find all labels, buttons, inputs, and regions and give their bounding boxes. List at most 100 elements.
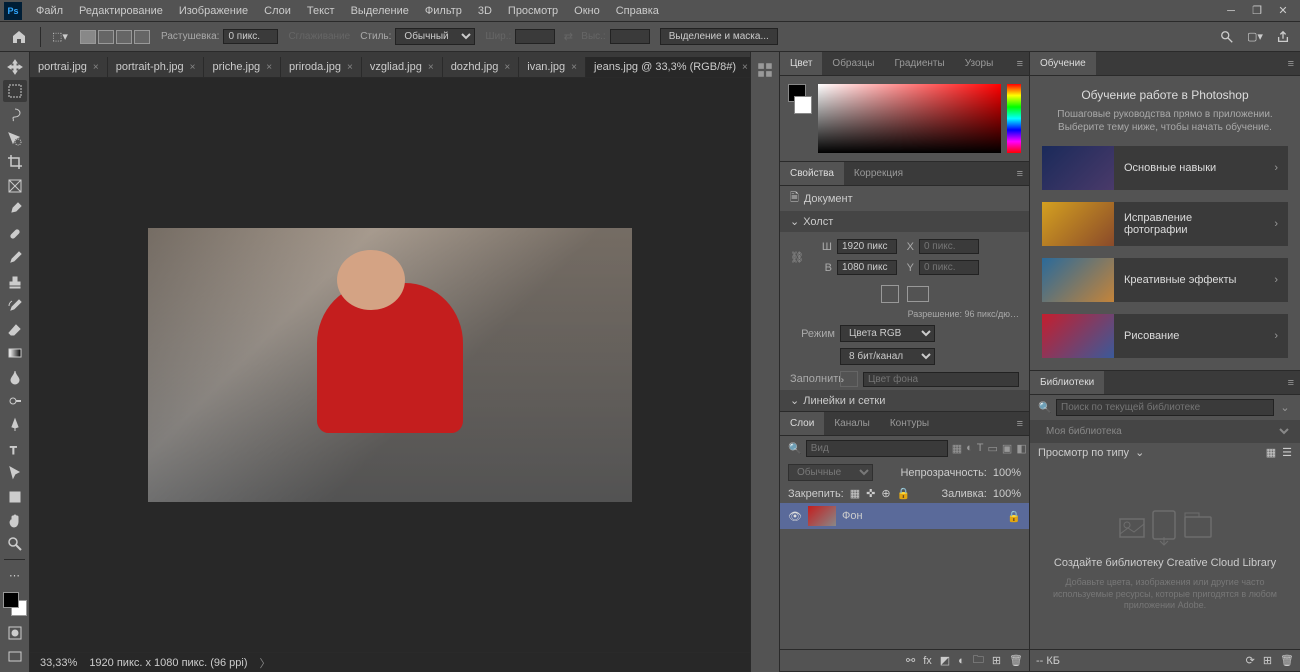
close-tab-icon[interactable]: × [266,62,272,73]
filter-shape-icon[interactable]: ▭ [988,442,998,456]
doc-tab[interactable]: portrait-ph.jpg× [108,57,205,77]
panel-menu-icon[interactable]: ≡ [1011,168,1029,180]
libraries-tab[interactable]: Библиотеки [1030,371,1104,394]
fg-color[interactable] [3,592,19,608]
patterns-tab[interactable]: Узоры [955,52,1004,75]
crop-tool[interactable] [3,152,27,174]
lock-pixels-icon[interactable]: ▦ [850,487,860,500]
layer-thumbnail[interactable] [808,506,836,526]
zoom-level[interactable]: 33,33% [40,657,77,669]
menu-layers[interactable]: Слои [256,5,299,17]
menu-filter[interactable]: Фильтр [417,5,470,17]
close-button[interactable]: ✕ [1270,0,1296,22]
doc-tab[interactable]: dozhd.jpg× [443,57,520,77]
sync-icon[interactable]: ⟳ [1246,654,1255,667]
swatches-tab[interactable]: Образцы [822,52,884,75]
style-select[interactable]: Обычный [395,28,475,45]
orient-landscape-icon[interactable] [907,286,929,302]
lock-artboard-icon[interactable]: ⊕ [881,487,890,500]
close-tab-icon[interactable]: × [742,62,748,73]
stamp-tool[interactable] [3,271,27,293]
menu-text[interactable]: Текст [299,5,343,17]
move-tool[interactable] [3,56,27,78]
doc-tab[interactable]: vzgliad.jpg× [362,57,443,77]
picker-bg[interactable] [794,96,812,114]
canvas-section[interactable]: ⌄Холст [780,211,1029,232]
lock-icon[interactable]: 🔒 [1007,510,1021,523]
list-view-icon[interactable]: ☰ [1282,446,1292,459]
type-tool[interactable]: T [3,438,27,460]
close-tab-icon[interactable]: × [504,62,510,73]
selection-add-icon[interactable] [98,30,114,44]
lock-all-icon[interactable]: 🔒 [897,487,911,500]
blur-tool[interactable] [3,366,27,388]
feather-input[interactable] [223,29,278,44]
color-field[interactable] [818,84,1001,153]
group-icon[interactable]: 🗀 [973,651,984,670]
learn-tab[interactable]: Обучение [1030,52,1096,75]
filter-toggle-icon[interactable]: ◧ [1016,442,1026,456]
doc-tab-active[interactable]: jeans.jpg @ 33,3% (RGB/8#)× [586,57,750,77]
quickmask-tool[interactable] [3,622,27,644]
library-select[interactable]: Моя библиотека [1038,424,1292,439]
color-swatch[interactable] [3,592,27,616]
fill-swatch[interactable] [840,371,858,387]
zoom-tool[interactable] [3,534,27,556]
screenmode-tool[interactable] [3,646,27,668]
layer-fx-icon[interactable]: fx [923,655,932,667]
filter-adjust-icon[interactable]: ◐ [966,442,973,456]
select-mask-button[interactable]: Выделение и маска... [660,28,778,45]
marquee-tool[interactable] [3,80,27,102]
panel-menu-icon[interactable]: ≡ [1011,418,1029,430]
paths-tab[interactable]: Контуры [880,412,939,435]
menu-window[interactable]: Окно [566,5,608,17]
delete-layer-icon[interactable]: 🗑 [1009,654,1023,667]
tutorial-basics[interactable]: Основные навыки› [1042,146,1288,190]
menu-image[interactable]: Изображение [171,5,256,17]
pen-tool[interactable] [3,414,27,436]
maximize-button[interactable]: ❐ [1244,0,1270,22]
home-button[interactable] [8,26,30,48]
chevron-down-icon[interactable]: ⌄ [1278,401,1292,415]
lock-position-icon[interactable]: ✜ [866,487,875,500]
lasso-tool[interactable] [3,104,27,126]
gradient-tool[interactable] [3,343,27,365]
add-lib-icon[interactable]: ⊞ [1263,654,1272,667]
menu-3d[interactable]: 3D [470,5,500,17]
menu-help[interactable]: Справка [608,5,667,17]
library-search-input[interactable] [1056,399,1274,416]
layer-name[interactable]: Фон [842,510,863,522]
layer-filter-input[interactable] [806,440,948,457]
menu-view[interactable]: Просмотр [500,5,566,17]
shape-tool[interactable] [3,486,27,508]
canvas-height-input[interactable] [837,260,897,275]
menu-edit[interactable]: Редактирование [71,5,171,17]
share-icon[interactable] [1274,28,1292,46]
gradients-tab[interactable]: Градиенты [884,52,954,75]
close-tab-icon[interactable]: × [571,62,577,73]
layer-mask-icon[interactable]: ◩ [940,654,950,667]
layer-row[interactable]: 👁 Фон 🔒 [780,503,1029,529]
bit-depth-select[interactable]: 8 бит/канал [840,348,935,365]
delete-lib-icon[interactable]: 🗑 [1280,654,1294,667]
history-panel-icon[interactable] [753,58,777,82]
channels-tab[interactable]: Каналы [824,412,880,435]
path-select-tool[interactable] [3,462,27,484]
selection-subtract-icon[interactable] [116,30,132,44]
orient-portrait-icon[interactable] [881,285,899,303]
link-wh-icon[interactable]: ⛓ [790,251,804,264]
selection-new-icon[interactable] [80,30,96,44]
doc-tab[interactable]: portrai.jpg× [30,57,108,77]
filter-type-icon[interactable]: T [977,442,984,456]
frame-tool[interactable] [3,175,27,197]
quick-select-tool[interactable] [3,128,27,150]
color-tab[interactable]: Цвет [780,52,822,75]
color-picker[interactable] [780,76,1029,161]
filter-image-icon[interactable]: ▦ [952,442,962,456]
edit-toolbar-button[interactable]: ⋯ [3,564,27,586]
tutorial-effects[interactable]: Креативные эффекты› [1042,258,1288,302]
panel-menu-icon[interactable]: ≡ [1282,377,1300,389]
healing-tool[interactable] [3,223,27,245]
close-tab-icon[interactable]: × [190,62,196,73]
close-tab-icon[interactable]: × [428,62,434,73]
